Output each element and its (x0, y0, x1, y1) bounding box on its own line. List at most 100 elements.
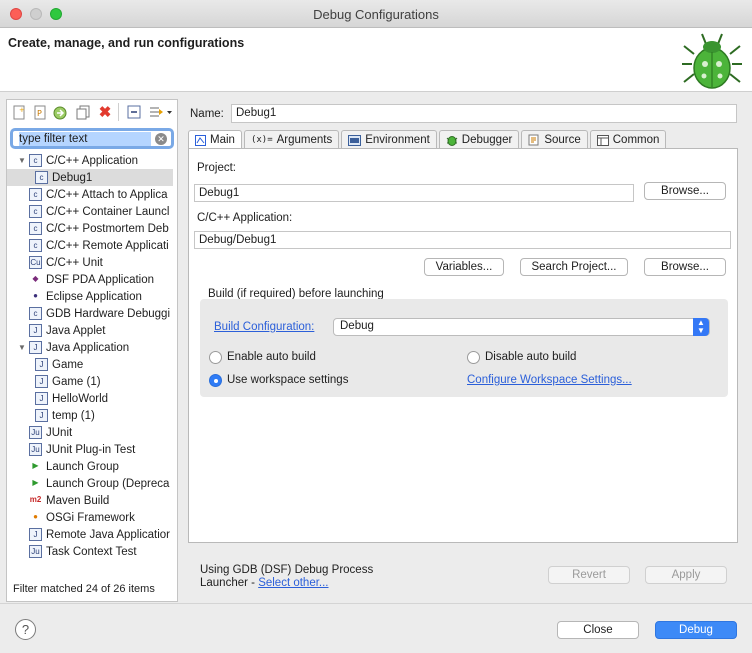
tree-item[interactable]: ▶ Launch Group (7, 458, 173, 475)
task-context-icon: Ju (29, 545, 42, 558)
export-configuration-icon[interactable] (52, 104, 68, 120)
tab-label: Main (210, 134, 235, 146)
tree-item[interactable]: ▼ J Java Application (7, 339, 173, 356)
osgi-icon: ● (33, 512, 38, 521)
tree-item-label: Java Application (46, 341, 130, 354)
tree-item[interactable]: J Game (1) (7, 373, 173, 390)
tree-item[interactable]: ▼ c C/C++ Application (7, 152, 173, 169)
disable-auto-build-radio[interactable] (467, 351, 480, 364)
launch-group-icon: ▶ (32, 461, 39, 470)
browse-project-button[interactable]: Browse... (644, 182, 726, 200)
tree-item[interactable]: Ju Task Context Test (7, 543, 173, 560)
apply-button[interactable]: Apply (645, 566, 727, 584)
java-config-icon: J (35, 409, 48, 422)
tree-item[interactable]: c C/C++ Remote Applicati (7, 237, 173, 254)
filter-input[interactable] (19, 132, 151, 146)
build-configuration-link[interactable]: Build Configuration: (214, 321, 314, 333)
tree-item-label: C/C++ Application (46, 154, 139, 167)
tab-main[interactable]: Main (188, 130, 242, 149)
tree-item-label: Game (52, 358, 84, 371)
cpp-app-icon: c (29, 154, 42, 167)
eclipse-icon: ● (33, 291, 38, 300)
browse-application-button[interactable]: Browse... (644, 258, 726, 276)
tree-item[interactable]: ▶ Launch Group (Depreca (7, 475, 173, 492)
duplicate-configuration-icon[interactable] (75, 104, 91, 120)
junit-icon: Ju (29, 426, 42, 439)
revert-button[interactable]: Revert (548, 566, 630, 584)
launcher-line2: Launcher - Select other... (200, 577, 329, 589)
tree-item-label: Maven Build (46, 494, 110, 507)
tree-item-label: C/C++ Container Launcl (46, 205, 170, 218)
cpp-attach-icon: c (29, 188, 42, 201)
close-button[interactable]: Close (557, 621, 639, 639)
delete-configuration-icon[interactable]: ✖ (97, 104, 113, 121)
dsf-pda-icon: ◆ (32, 274, 39, 283)
tree-item[interactable]: ● OSGi Framework (7, 509, 173, 526)
new-prototype-icon[interactable]: P (32, 104, 48, 120)
tree-item-label: Task Context Test (46, 545, 137, 558)
maven-icon: m2 (29, 495, 42, 504)
footer-divider (0, 603, 752, 604)
tree-item[interactable]: c C/C++ Container Launcl (7, 203, 173, 220)
cpp-config-icon: c (35, 171, 48, 184)
expanded-twisty-icon[interactable]: ▼ (17, 343, 27, 352)
main-tab-icon (195, 134, 206, 146)
tab-source[interactable]: Source (521, 130, 588, 149)
help-icon[interactable]: ? (15, 619, 36, 640)
enable-auto-build-radio[interactable] (209, 351, 222, 364)
search-project-button[interactable]: Search Project... (520, 258, 628, 276)
debug-button[interactable]: Debug (655, 621, 737, 639)
tree-item[interactable]: J HelloWorld (7, 390, 173, 407)
toolbar-separator (118, 103, 119, 121)
build-configuration-select[interactable]: Debug ▲ ▼ (333, 318, 710, 336)
select-other-link[interactable]: Select other... (258, 577, 328, 589)
tree-item-label: GDB Hardware Debuggi (46, 307, 171, 320)
name-field[interactable]: Debug1 (231, 104, 737, 123)
java-applet-icon: J (29, 324, 42, 337)
tree-item[interactable]: m2 Maven Build (7, 492, 173, 509)
cpp-unit-icon: Cu (29, 256, 42, 269)
tree-item-label: Game (1) (52, 375, 101, 388)
tab-debugger[interactable]: Debugger (438, 130, 520, 149)
tree-item[interactable]: Ju JUnit (7, 424, 173, 441)
name-label: Name: (190, 108, 224, 120)
environment-tab-icon (348, 134, 362, 146)
expanded-twisty-icon[interactable]: ▼ (17, 156, 27, 165)
tree-item[interactable]: Jtemp (1) (7, 407, 173, 424)
tab-label: Arguments (276, 134, 333, 146)
tree-item[interactable]: c GDB Hardware Debuggi (7, 305, 173, 322)
configure-workspace-settings-link[interactable]: Configure Workspace Settings... (467, 374, 632, 386)
tree-item[interactable]: J Game (7, 356, 173, 373)
clear-filter-icon[interactable]: ✕ (155, 133, 167, 145)
use-workspace-settings-radio[interactable] (209, 374, 222, 387)
tree-item[interactable]: c C/C++ Attach to Applica (7, 186, 173, 203)
tree-item-label: JUnit Plug-in Test (46, 443, 136, 456)
header-title: Create, manage, and run configurations (8, 36, 245, 50)
tab-label: Source (544, 134, 581, 146)
common-tab-icon (596, 134, 609, 146)
application-field[interactable]: Debug/Debug1 (194, 231, 731, 249)
tab-arguments[interactable]: (x)= Arguments (243, 130, 340, 149)
tree-item[interactable]: Ju JUnit Plug-in Test (7, 441, 173, 458)
tree-item[interactable]: ◆ DSF PDA Application (7, 271, 173, 288)
variables-button[interactable]: Variables... (424, 258, 504, 276)
disable-auto-build-label: Disable auto build (485, 351, 577, 363)
new-configuration-icon[interactable]: + (11, 104, 27, 120)
java-config-icon: J (35, 375, 48, 388)
tree-item[interactable]: J Remote Java Applicatior (7, 526, 173, 543)
tree-item-label: Java Applet (46, 324, 106, 337)
tab-environment[interactable]: Environment (341, 130, 437, 149)
tree-item-label: C/C++ Postmortem Deb (46, 222, 169, 235)
tree-item[interactable]: J Java Applet (7, 322, 173, 339)
collapse-all-icon[interactable] (126, 104, 142, 120)
tree-item[interactable]: c Debug1 (7, 169, 173, 186)
tree-item[interactable]: ● Eclipse Application (7, 288, 173, 305)
tree-item-label: HelloWorld (52, 392, 109, 405)
project-field[interactable]: Debug1 (194, 184, 634, 202)
filter-options-icon[interactable] (147, 104, 173, 120)
tree-item[interactable]: c C/C++ Postmortem Deb (7, 220, 173, 237)
tab-common[interactable]: Common (589, 130, 667, 149)
tree-item[interactable]: Cu C/C++ Unit (7, 254, 173, 271)
filter-box[interactable]: ✕ (10, 128, 174, 149)
tree-item-label: Debug1 (52, 171, 93, 184)
